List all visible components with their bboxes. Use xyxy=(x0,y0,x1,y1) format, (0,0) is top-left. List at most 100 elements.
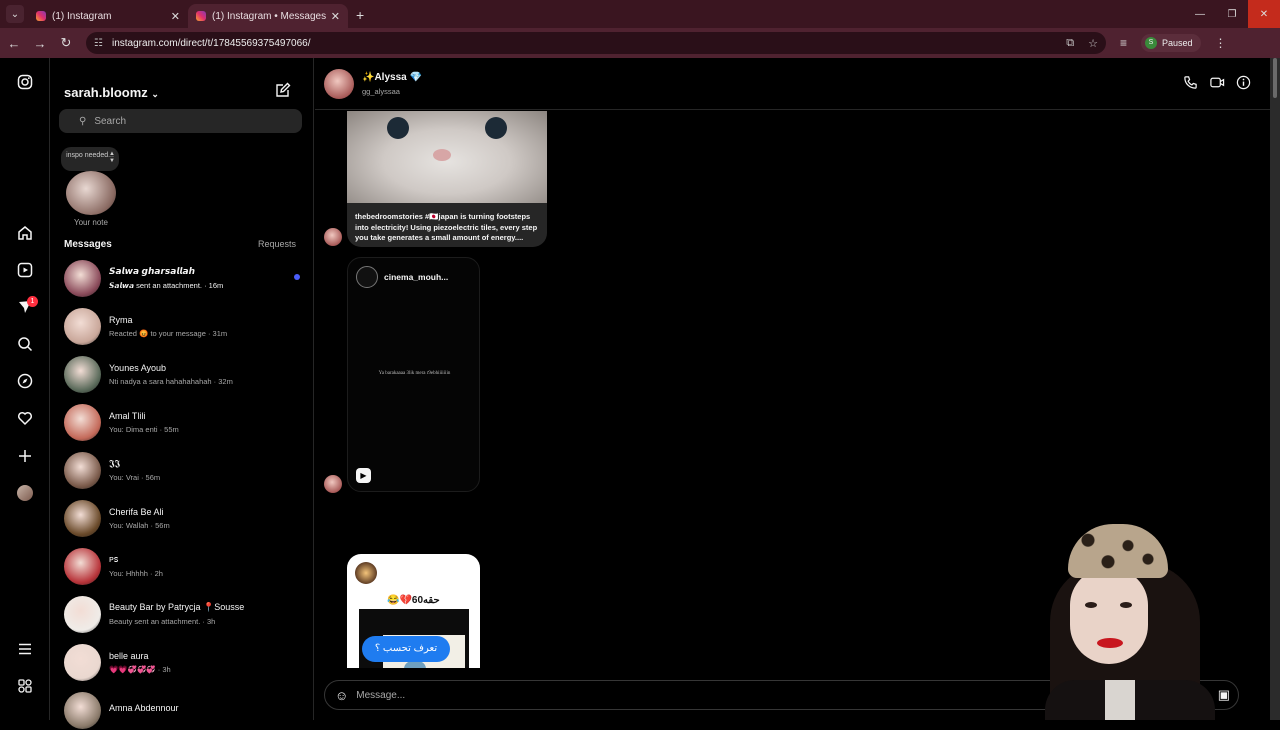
new-message-icon[interactable] xyxy=(275,82,291,103)
menu-icon[interactable] xyxy=(15,639,35,659)
chat-name[interactable]: ✨Alyssa 💎 xyxy=(362,72,422,83)
emoji-icon[interactable]: ☺ xyxy=(335,688,348,703)
webcam-eye xyxy=(1120,602,1132,608)
thread-row[interactable]: 𝙎𝙖𝙡𝙬𝙖 𝙜𝙝𝙖𝙧𝙨𝙖𝙡𝙡𝙖𝙝 𝙎𝙖𝙡𝙬𝙖 sent an attachment… xyxy=(64,258,304,298)
thread-preview: Reacted 😡 to your message · 31m xyxy=(109,328,228,338)
cat-eye xyxy=(485,117,507,139)
thread-text: 𝕵𝕵 You: Vrai · 56m xyxy=(109,458,289,482)
url-text: instagram.com/direct/t/17845569375497066… xyxy=(112,37,311,49)
video-call-icon[interactable] xyxy=(1209,75,1225,93)
search-icon: ⚲ xyxy=(79,115,87,127)
thread-row[interactable]: Amal Tlili You: Dima enti · 55m xyxy=(64,402,304,442)
account-switcher[interactable]: sarah.bloomz ⌄ xyxy=(64,85,159,100)
webcam-face xyxy=(1070,568,1148,664)
thread-row[interactable]: ᴘꜱ You: Hhhhh · 2h xyxy=(64,546,304,586)
restore-button[interactable]: ❐ xyxy=(1216,0,1248,28)
video-figure xyxy=(404,661,426,668)
note-avatar[interactable] xyxy=(66,171,116,215)
thread-name: 𝙎𝙖𝙡𝙬𝙖 𝙜𝙝𝙖𝙧𝙨𝙖𝙡𝙡𝙖𝙝 xyxy=(109,266,195,276)
thread-preview: You: Hhhhh · 2h xyxy=(109,569,163,578)
thread-avatar xyxy=(64,595,101,633)
chat-avatar[interactable] xyxy=(324,69,354,99)
heart-icon[interactable] xyxy=(15,408,35,428)
reel-caption: Ya barakaaaa 3lik mera r9ebhiiiiiiin xyxy=(378,371,451,376)
thread-row[interactable]: Younes Ayoub Nti nadya a sara hahahahahah… xyxy=(64,354,304,394)
notification-badge: 1 xyxy=(27,296,38,307)
thread-avatar xyxy=(64,499,101,537)
post-title: 😂💔60ﺣﻘﻪ xyxy=(387,595,440,606)
tab-search-button[interactable]: ⌄ xyxy=(6,5,24,23)
chat-header: ✨Alyssa 💎 gg_alyssaa xyxy=(315,58,1270,110)
tab-close-icon[interactable]: ✕ xyxy=(171,10,180,23)
tab-close-icon[interactable]: ✕ xyxy=(331,10,340,23)
thread-avatar xyxy=(64,451,101,489)
thread-row[interactable]: 𝕵𝕵 You: Vrai · 56m xyxy=(64,450,304,490)
webcam-hat xyxy=(1068,524,1168,578)
instagram-logo-icon[interactable] xyxy=(15,72,35,92)
thread-row[interactable]: belle aura 💗💗💞💞💞 · 3h xyxy=(64,642,304,682)
profile-button[interactable]: S Paused xyxy=(1141,34,1201,52)
new-tab-button[interactable]: + xyxy=(356,7,364,23)
minimize-button[interactable]: — xyxy=(1184,0,1216,28)
thread-row[interactable]: Beauty Bar by Patrycja 📍Sousse Beauty sen… xyxy=(64,594,304,634)
thread-name: Amna Abdennour xyxy=(109,703,179,713)
shared-post[interactable]: 😂💔60ﺣﻘﻪ تعرف تحسب ؟ xyxy=(347,554,480,668)
requests-link[interactable]: Requests xyxy=(258,239,296,249)
thread-text: Younes Ayoub Nti nadya a sara hahahahahah… xyxy=(109,363,289,386)
install-app-icon[interactable]: ⧉ xyxy=(1066,37,1074,50)
reels-icon[interactable] xyxy=(15,260,35,280)
unread-dot xyxy=(294,274,300,280)
search-input[interactable]: ⚲ Search xyxy=(59,109,302,133)
phone-icon[interactable] xyxy=(1183,75,1198,93)
webcam-shirt xyxy=(1105,680,1135,720)
window-close-button[interactable]: ✕ xyxy=(1248,0,1280,28)
sender-avatar xyxy=(324,475,342,493)
profile-avatar[interactable] xyxy=(17,485,33,501)
thread-avatar xyxy=(64,259,101,297)
browser-tab-messages[interactable]: (1) Instagram • Messages ✕ xyxy=(188,4,348,28)
address-bar[interactable]: ☷ instagram.com/direct/t/178455693754970… xyxy=(86,32,1106,54)
create-plus-icon[interactable] xyxy=(15,446,35,466)
post-author-avatar xyxy=(355,562,377,584)
cat-nose xyxy=(433,149,451,161)
thread-avatar xyxy=(64,547,101,585)
thread-preview: 𝙎𝙖𝙡𝙬𝙖 sent an attachment. · 16m xyxy=(109,281,224,290)
inbox-panel: sarah.bloomz ⌄ ⚲ Search inspo needed... … xyxy=(51,58,314,729)
webcam-eye xyxy=(1085,602,1097,608)
scrollbar-thumb[interactable] xyxy=(1273,58,1277,98)
threads-apps-icon[interactable] xyxy=(15,676,35,696)
thread-row[interactable]: Amna Abdennour xyxy=(64,690,304,730)
reel-author-avatar xyxy=(356,266,378,288)
thread-name: Ryma xyxy=(109,314,133,325)
instagram-favicon-icon xyxy=(196,11,206,21)
browser-menu-icon[interactable]: ⋮ xyxy=(1215,36,1227,50)
nav-rail: 1 xyxy=(0,58,50,720)
thread-row[interactable]: Ryma Reacted 😡 to your message · 31m xyxy=(64,306,304,346)
thread-name: Younes Ayoub xyxy=(109,362,167,373)
bookmark-star-icon[interactable]: ☆ xyxy=(1088,37,1098,50)
back-icon[interactable]: ← xyxy=(2,36,26,51)
thread-row[interactable]: Cherifa Be Ali You: Wallah · 56m xyxy=(64,498,304,538)
instagram-app: 1 sarah.bloomz ⌄ ⚲ Search inspo needed..… xyxy=(0,58,1270,729)
search-icon[interactable] xyxy=(15,334,35,354)
cat-eye xyxy=(387,117,409,139)
thread-name: Cherifa Be Ali xyxy=(109,506,164,517)
site-info-icon[interactable]: ☷ xyxy=(94,38,106,49)
info-icon[interactable] xyxy=(1236,75,1251,93)
shared-post[interactable]: thebedroomstories #🇯🇵japan is turning fo… xyxy=(347,111,547,247)
thread-avatar xyxy=(64,307,101,345)
page-scrollbar[interactable] xyxy=(1270,58,1280,720)
explore-icon[interactable] xyxy=(15,371,35,391)
thread-text: Amal Tlili You: Dima enti · 55m xyxy=(109,411,289,434)
media-controls-icon[interactable]: ≡ xyxy=(1120,36,1127,50)
reload-icon[interactable]: ↻ xyxy=(54,35,78,51)
shared-reel[interactable]: cinema_mouh... Ya barakaaaa 3lik mera r9… xyxy=(347,257,480,492)
thread-text: belle aura 💗💗💞💞💞 · 3h xyxy=(109,651,289,674)
home-icon[interactable] xyxy=(15,223,35,243)
forward-icon[interactable]: → xyxy=(28,36,52,51)
browser-tab-instagram[interactable]: (1) Instagram ✕ xyxy=(28,4,188,28)
thread-text: 𝙎𝙖𝙡𝙬𝙖 𝙜𝙝𝙖𝙧𝙨𝙖𝙡𝙡𝙖𝙝 𝙎𝙖𝙡𝙬𝙖 sent an attachment… xyxy=(109,266,289,290)
note-bubble[interactable]: inspo needed... ▲ ▼ xyxy=(61,147,119,171)
note-arrows-icon: ▲ ▼ xyxy=(109,151,115,164)
profile-avatar: S xyxy=(1145,37,1158,49)
